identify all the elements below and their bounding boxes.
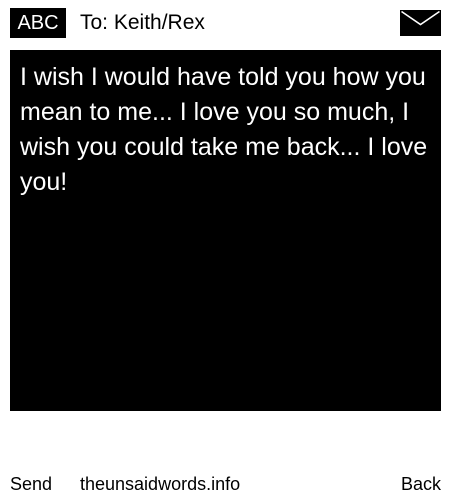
softkey-bar: Send theunsaidwords.info Back (0, 470, 450, 498)
recipient-label: To: Keith/Rex (80, 11, 205, 34)
envelope-icon[interactable] (400, 10, 441, 36)
send-button[interactable]: Send (10, 470, 52, 498)
message-header: ABC To: Keith/Rex (0, 0, 450, 44)
message-text: I wish I would have told you how you mea… (20, 63, 428, 196)
message-body-area[interactable]: I wish I would have told you how you mea… (10, 50, 441, 411)
envelope-icon-graphic (400, 10, 441, 36)
input-mode-badge[interactable]: ABC (10, 8, 66, 38)
back-button[interactable]: Back (401, 470, 441, 498)
site-credit: theunsaidwords.info (80, 474, 241, 494)
